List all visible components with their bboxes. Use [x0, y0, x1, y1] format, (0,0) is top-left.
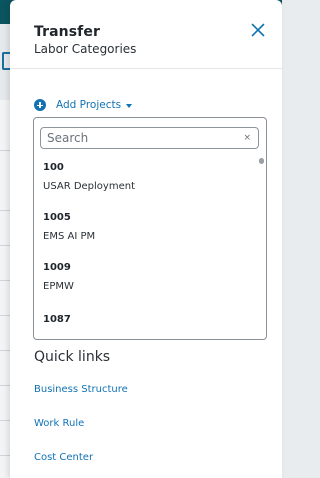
project-code: 1005: [43, 212, 71, 223]
quick-link-business-structure[interactable]: Business Structure: [34, 384, 128, 395]
background-row-divider: [0, 455, 10, 456]
background-row-divider: [0, 245, 10, 246]
search-box: ×: [40, 127, 259, 149]
background-row-divider: [0, 420, 10, 421]
project-code: 100: [43, 162, 64, 173]
list-scrollbar[interactable]: [259, 158, 264, 164]
quick-links-title: Quick links: [34, 349, 111, 365]
background-row-divider: [0, 350, 10, 351]
projects-dropdown: × 100 USAR Deployment 1005 EMS AI PM 100…: [33, 117, 267, 340]
panel-header: Transfer Labor Categories: [10, 0, 282, 69]
project-name: EPMW: [43, 281, 74, 292]
list-item[interactable]: 1009 EPMW: [43, 262, 253, 293]
add-projects-button[interactable]: Add Projects: [34, 97, 133, 113]
background-row-divider: [0, 280, 10, 281]
close-icon: [251, 23, 265, 37]
background-row-divider: [0, 315, 10, 316]
transfer-panel: Transfer Labor Categories Add Projects ×…: [10, 0, 282, 478]
caret-down-icon: [126, 104, 133, 108]
add-projects-label: Add Projects: [56, 99, 122, 111]
list-item[interactable]: 1005 EMS AI PM: [43, 212, 253, 243]
list-item[interactable]: 100 USAR Deployment: [43, 162, 253, 193]
project-code: 1009: [43, 262, 71, 273]
background-row-divider: [0, 210, 10, 211]
quick-link-cost-center[interactable]: Cost Center: [34, 452, 93, 463]
project-name: EMS AI PM: [43, 231, 96, 242]
close-button[interactable]: [250, 22, 266, 38]
panel-title: Transfer: [34, 24, 100, 40]
project-name: USAR Deployment: [43, 181, 135, 192]
quick-link-work-rule[interactable]: Work Rule: [34, 418, 84, 429]
search-input[interactable]: [41, 129, 237, 147]
clear-search-icon[interactable]: ×: [243, 132, 251, 144]
background-row-divider: [0, 150, 10, 151]
add-circle-icon: [34, 99, 46, 111]
list-item[interactable]: 1087: [43, 314, 253, 333]
project-code: 1087: [43, 314, 71, 325]
background-row-divider: [0, 385, 10, 386]
panel-subtitle: Labor Categories: [34, 42, 137, 56]
